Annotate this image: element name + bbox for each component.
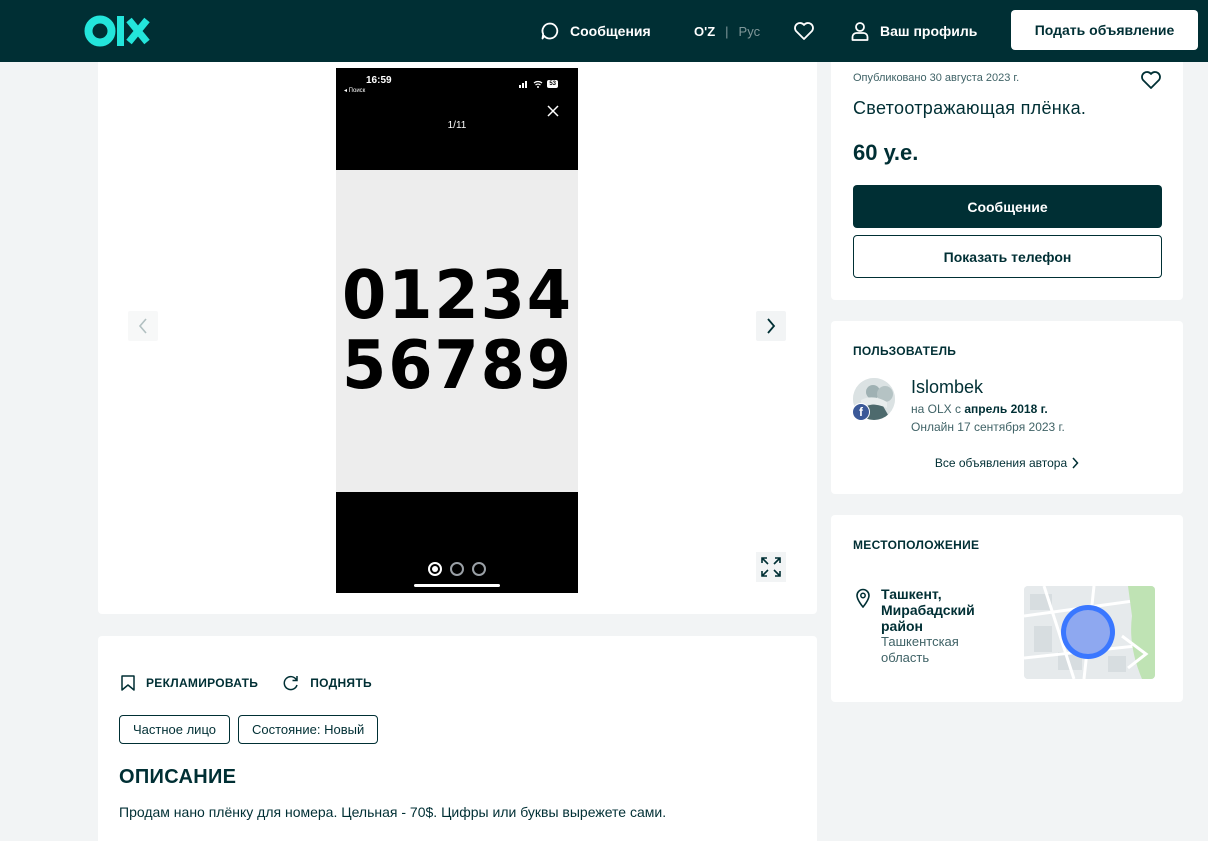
published-date: Опубликовано 30 августа 2023 г. — [853, 72, 1020, 84]
ad-actions: РЕКЛАМИРОВАТЬ ПОДНЯТЬ — [120, 674, 372, 692]
chevron-right-icon — [1072, 457, 1079, 469]
promote-button[interactable]: РЕКЛАМИРОВАТЬ — [120, 674, 258, 692]
post-ad-button[interactable]: Подать объявление — [1011, 10, 1198, 50]
chevron-left-icon — [138, 318, 147, 334]
close-icon — [547, 105, 559, 117]
page-dot — [450, 562, 464, 576]
digits-line-1: 01234 — [342, 256, 573, 334]
bookmark-icon — [121, 675, 135, 691]
chat-bubble-icon — [541, 22, 559, 40]
seller-since-prefix: на OLX с — [911, 402, 965, 416]
ad-info-card: Опубликовано 30 августа 2023 г. Светоотр… — [831, 62, 1183, 300]
ad-price: 60 у.е. — [853, 140, 919, 165]
expand-icon — [761, 557, 781, 577]
tag-seller-type: Частное лицо — [119, 715, 230, 744]
plate-digits-image: 01234 56789 — [336, 170, 578, 492]
location-map[interactable] — [1024, 586, 1155, 679]
location-card: МЕСТОПОЛОЖЕНИЕ Ташкент, Мирабадский райо… — [831, 515, 1183, 702]
wifi-icon — [533, 80, 543, 88]
show-phone-button[interactable]: Показать телефон — [853, 235, 1162, 278]
signal-icon — [519, 81, 528, 88]
send-message-button[interactable]: Сообщение — [853, 185, 1162, 228]
seller-card: ПОЛЬЗОВАТЕЛЬ f Islombek на OLX с апрель … — [831, 321, 1183, 494]
phone-page-dots — [336, 562, 578, 576]
next-photo-button[interactable] — [756, 311, 786, 341]
previous-photo-button[interactable] — [128, 311, 158, 341]
location-city: Ташкент, Мирабадский район — [881, 586, 975, 634]
digits-line-2: 56789 — [342, 326, 573, 404]
lang-uz-link[interactable]: O'Z — [694, 24, 715, 39]
photo-gallery: 16:59 ◂ Поиск 53 1/11 01234 56789 — [98, 62, 817, 614]
seller-name: Islombek — [911, 377, 984, 397]
profile-label: Ваш профиль — [880, 23, 978, 39]
nav-favorites[interactable] — [793, 0, 815, 62]
lang-ru-link[interactable]: Рус — [739, 24, 761, 39]
raise-button[interactable]: ПОДНЯТЬ — [282, 674, 372, 692]
heart-icon — [794, 22, 814, 40]
home-indicator — [414, 584, 500, 587]
page-dot — [472, 562, 486, 576]
photo-counter: 1/11 — [447, 120, 467, 131]
location-section-title: МЕСТОПОЛОЖЕНИЕ — [853, 538, 980, 552]
phone-back-label: ◂ Поиск — [344, 88, 366, 94]
add-to-favorites-button[interactable] — [1140, 70, 1162, 95]
language-switcher: O'Z | Рус — [694, 0, 760, 62]
phone-status-icons: 53 — [519, 80, 558, 88]
location-pin-icon — [856, 588, 870, 608]
promote-label: РЕКЛАМИРОВАТЬ — [146, 676, 259, 690]
ad-details: РЕКЛАМИРОВАТЬ ПОДНЯТЬ Частное лицо Состо… — [98, 636, 817, 841]
gallery-image[interactable]: 16:59 ◂ Поиск 53 1/11 01234 56789 — [336, 68, 578, 593]
seller-last-online: Онлайн 17 сентября 2023 г. — [911, 420, 1065, 434]
all-ads-label: Все объявления автора — [934, 456, 1068, 470]
top-navbar: Сообщения O'Z | Рус Ваш профиль Подать о… — [0, 0, 1208, 62]
ad-tags: Частное лицо Состояние: Новый — [119, 715, 379, 744]
tag-condition: Состояние: Новый — [237, 715, 379, 744]
heart-icon — [1141, 71, 1161, 89]
description-title: ОПИСАНИЕ — [119, 766, 237, 788]
phone-time: 16:59 — [366, 75, 392, 86]
nav-messages[interactable]: Сообщения — [540, 0, 651, 62]
map-image-icon — [1024, 586, 1155, 679]
olx-logo[interactable] — [84, 14, 150, 48]
facebook-icon: f — [852, 403, 870, 421]
chevron-right-icon — [767, 318, 776, 334]
lang-separator: | — [725, 23, 729, 39]
fullscreen-button[interactable] — [756, 552, 786, 582]
nav-profile[interactable]: Ваш профиль — [850, 0, 977, 62]
page-dot — [428, 562, 442, 576]
location-region: Ташкентская область — [881, 634, 959, 665]
messages-label: Сообщения — [570, 23, 651, 39]
battery-icon: 53 — [547, 80, 558, 88]
seller-section-title: ПОЛЬЗОВАТЕЛЬ — [853, 344, 957, 358]
all-seller-ads-link[interactable]: Все объявления автора — [831, 456, 1183, 470]
description-text: Продам нано плёнку для номера. Цельная -… — [119, 804, 667, 820]
ad-title: Светоотражающая плёнка. — [853, 98, 1087, 118]
olx-logo-icon — [84, 15, 150, 47]
refresh-icon — [283, 675, 298, 691]
seller-since-date: апрель 2018 г. — [964, 402, 1048, 416]
raise-label: ПОДНЯТЬ — [310, 676, 372, 690]
seller-since: на OLX с апрель 2018 г. — [911, 402, 1048, 416]
user-icon — [851, 22, 869, 41]
